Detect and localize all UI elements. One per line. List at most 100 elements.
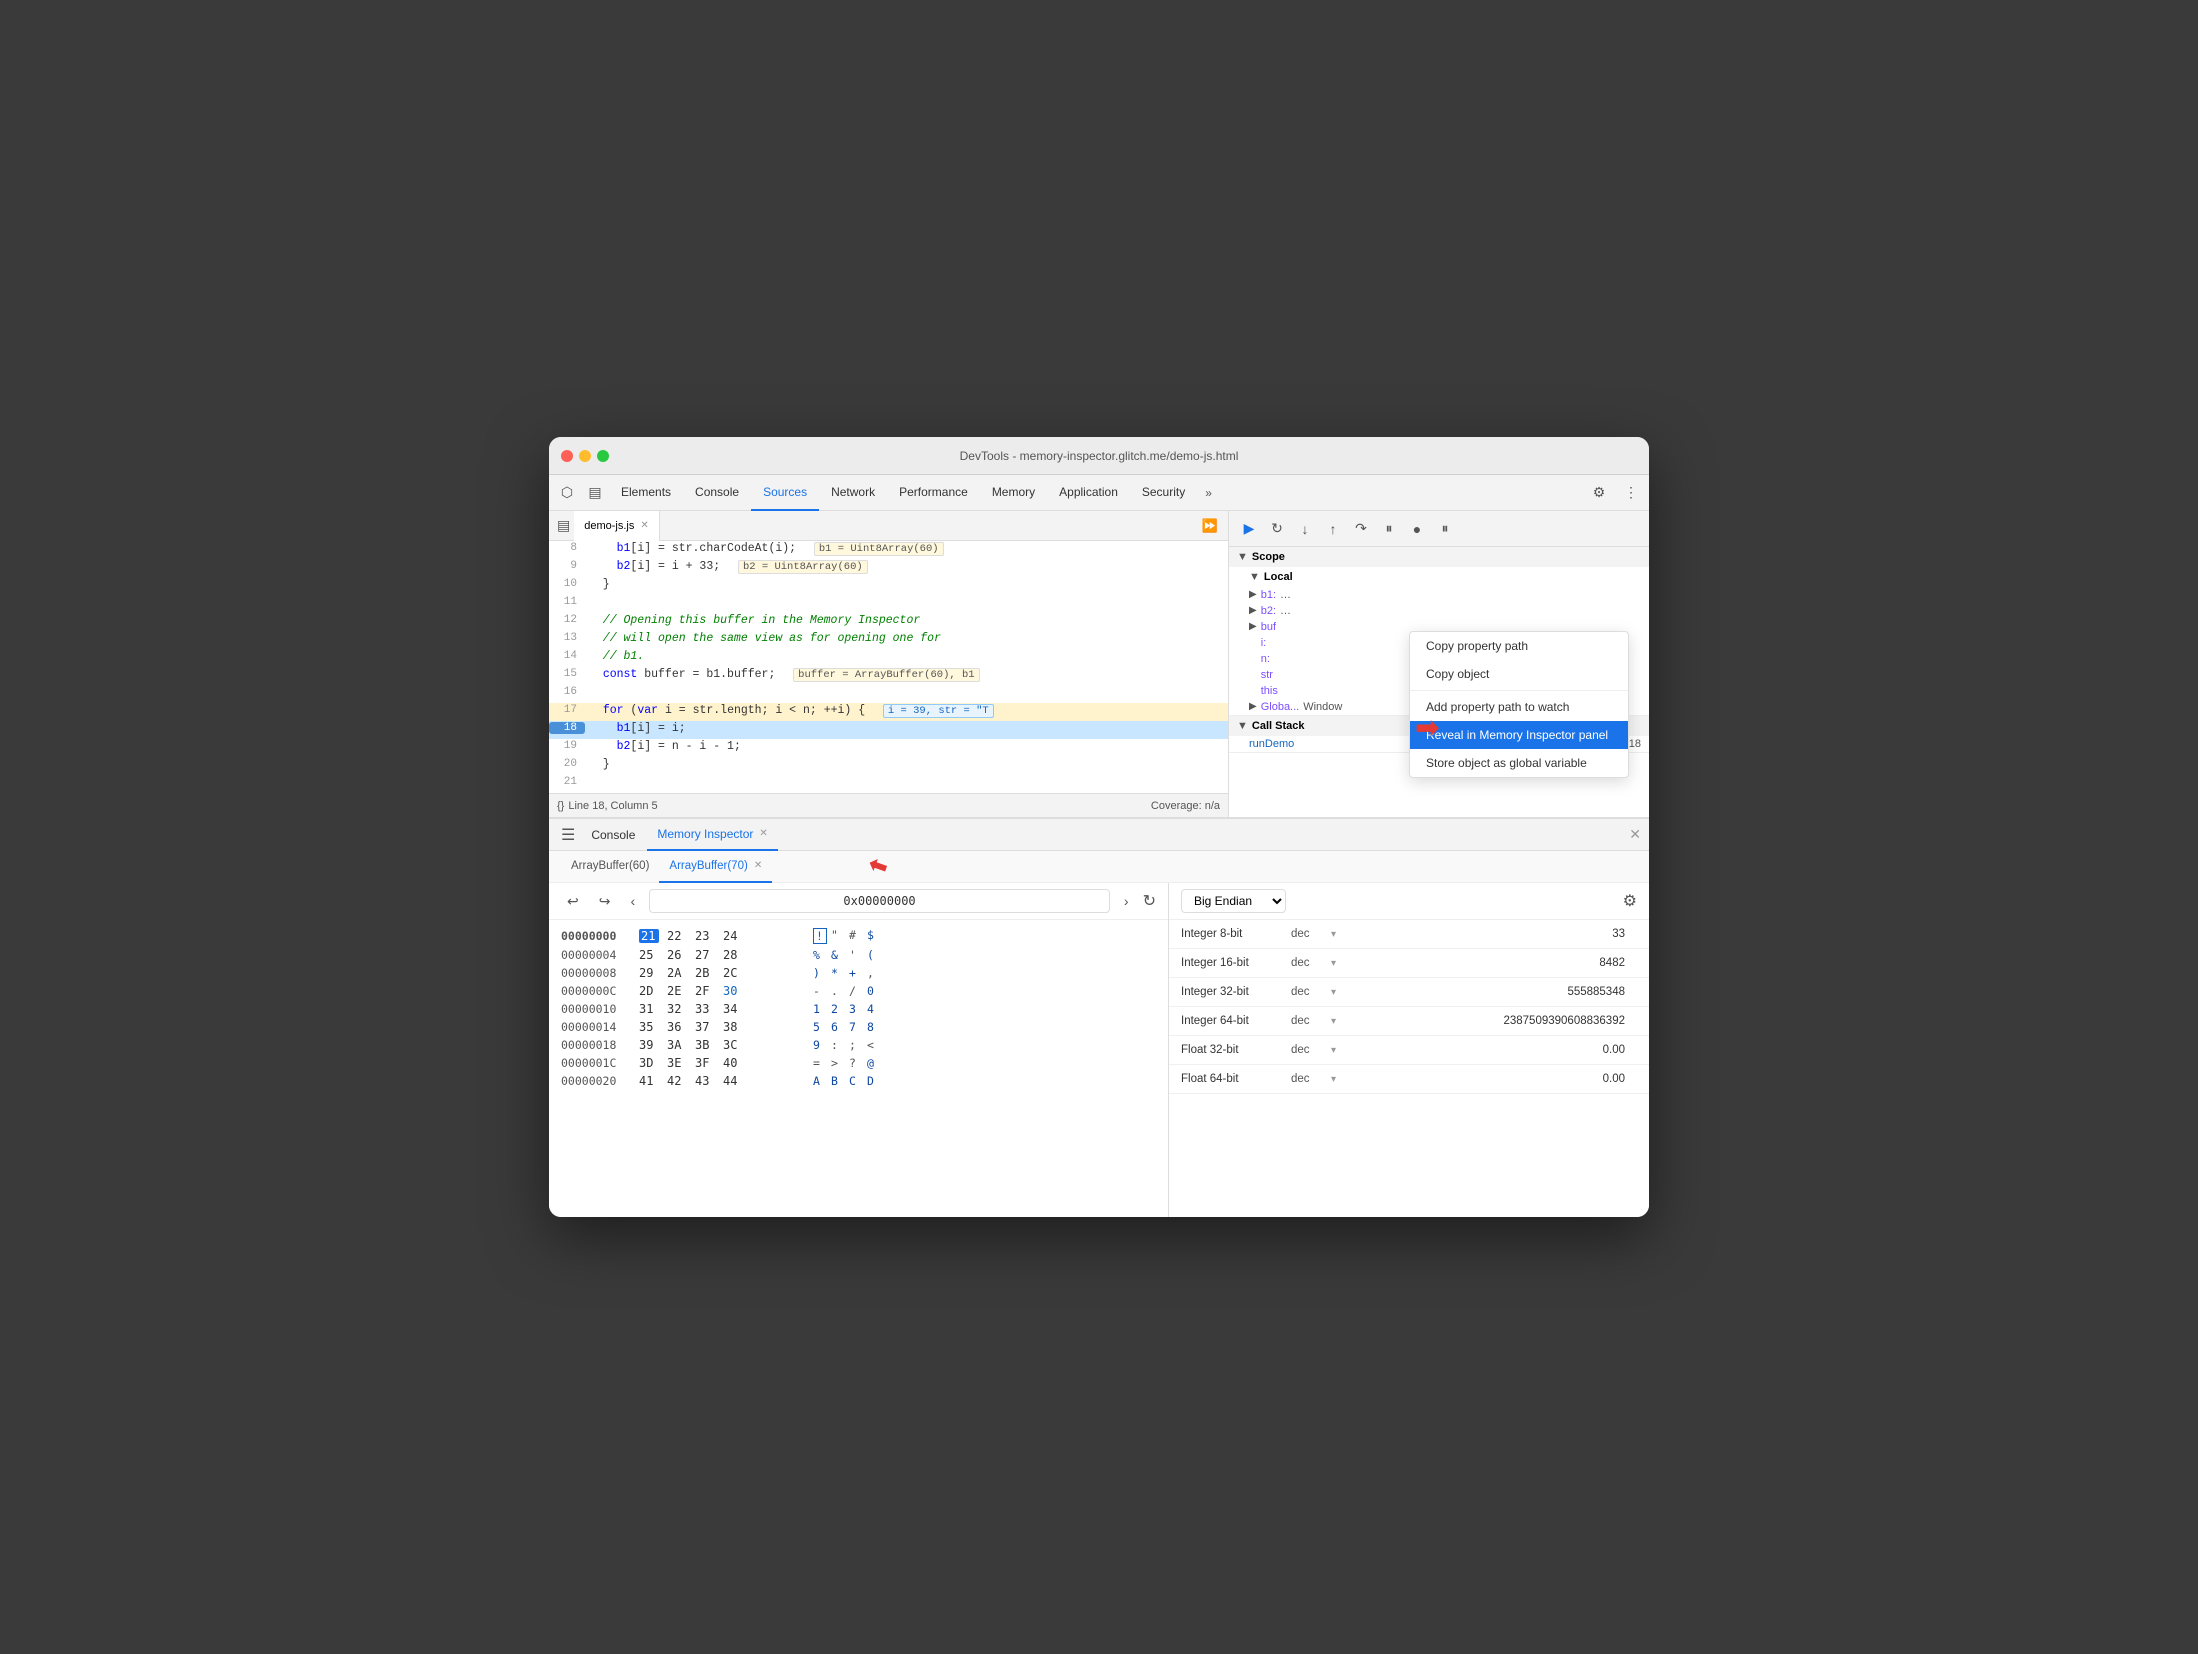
hex-row-20: 00000020 41 42 43 44 A B — [561, 1074, 1156, 1088]
di-row-int64: Integer 64-bit dec ▾ 2387509390608836392 — [1169, 1007, 1649, 1036]
scope-b1[interactable]: ▶ b1: … — [1229, 587, 1649, 603]
di-row-float32: Float 32-bit dec ▾ 0.00 — [1169, 1036, 1649, 1065]
code-editor-panel: ▤ demo-js.js ✕ ⏩ 8 — [549, 511, 1229, 817]
bracket-icon: {} — [557, 800, 564, 812]
hex-byte-24[interactable]: 24 — [723, 929, 743, 943]
maximize-button[interactable] — [597, 450, 609, 462]
di-row-float64: Float 64-bit dec ▾ 0.00 — [1169, 1065, 1649, 1094]
step-button[interactable]: ↷ — [1349, 517, 1373, 541]
devtools-panel: ⬡ ▤ Elements Console Sources Network Per… — [549, 475, 1649, 1217]
editor-file-tab[interactable]: demo-js.js ✕ — [574, 511, 660, 541]
scope-b2[interactable]: ▶ b2: … — [1229, 603, 1649, 619]
scope-arrow: ▼ — [1237, 551, 1248, 563]
scope-label: Scope — [1252, 551, 1285, 563]
code-line-20: 20 } — [549, 757, 1228, 775]
reveal-memory-item[interactable]: Reveal in Memory Inspector panel — [1410, 721, 1628, 749]
refresh-icon[interactable]: ↻ — [1143, 891, 1156, 911]
resume-button[interactable]: ▶ — [1237, 517, 1261, 541]
local-header[interactable]: ▼ Local — [1229, 567, 1649, 587]
buffer-tab-60[interactable]: ArrayBuffer(60) — [561, 851, 659, 883]
hex-row-14: 00000014 35 36 37 38 5 6 — [561, 1020, 1156, 1034]
debugger-panel: ▶ ↻ ↓ ↑ ↷ ⏸ ● ⏸ ▼ Scop — [1229, 511, 1649, 817]
hex-char-quot: " — [831, 928, 845, 944]
line-col-info: Line 18, Column 5 — [568, 800, 657, 812]
nav-prev-button[interactable]: ‹ — [624, 891, 641, 911]
more-options-icon[interactable]: ⋮ — [1617, 479, 1645, 507]
editor-format-icon[interactable]: ⏩ — [1202, 518, 1218, 533]
hex-byte-21[interactable]: 21 — [639, 929, 659, 943]
endian-select[interactable]: Big Endian Little Endian — [1181, 889, 1286, 913]
buffer-tab-70[interactable]: ArrayBuffer(70) ✕ — [659, 851, 772, 883]
hex-row-18: 00000018 39 3A 3B 3C 9 : — [561, 1038, 1156, 1052]
editor-sidebar-icon[interactable]: ▤ — [553, 517, 574, 534]
tab-sources[interactable]: Sources — [751, 475, 819, 511]
tab-application[interactable]: Application — [1047, 475, 1130, 511]
hex-byte-22[interactable]: 22 — [667, 929, 687, 943]
data-inspector: Big Endian Little Endian ⚙ Integer 8-bit… — [1169, 883, 1649, 1217]
tab-network[interactable]: Network — [819, 475, 887, 511]
scope-header[interactable]: ▼ Scope — [1229, 547, 1649, 567]
local-label: Local — [1264, 571, 1293, 583]
data-inspector-header: Big Endian Little Endian ⚙ — [1169, 883, 1649, 920]
memory-inspector-tab-close[interactable]: ✕ — [759, 828, 767, 839]
coverage-info: Coverage: n/a — [1151, 800, 1220, 812]
bottom-tab-memory-inspector[interactable]: Memory Inspector ✕ — [647, 819, 777, 851]
settings-icon[interactable]: ⚙ — [1585, 479, 1613, 507]
close-button[interactable] — [561, 450, 573, 462]
deactivate-button[interactable]: ⏸ — [1377, 517, 1401, 541]
code-line-19: 19 b2[i] = n - i - 1; — [549, 739, 1228, 757]
bottom-tab-menu-icon[interactable]: ☰ — [557, 825, 579, 845]
code-line-9: 9 b2[i] = i + 33; b2 = Uint8Array(60) — [549, 559, 1228, 577]
hex-byte-23[interactable]: 23 — [695, 929, 715, 943]
dock-icon[interactable]: ▤ — [581, 479, 609, 507]
buffer-tabs-area: ArrayBuffer(60) ArrayBuffer(70) ✕ ➡ — [549, 851, 1649, 883]
nav-next-button[interactable]: › — [1118, 891, 1135, 911]
store-global-item[interactable]: Store object as global variable — [1410, 749, 1628, 777]
tab-elements[interactable]: Elements — [609, 475, 683, 511]
bottom-panel-close[interactable]: ✕ — [1629, 826, 1641, 843]
hex-char-hash: # — [849, 928, 863, 944]
status-left: {} Line 18, Column 5 — [557, 800, 658, 812]
hex-row-4: 00000004 25 26 27 28 % & — [561, 948, 1156, 962]
bottom-tab-console[interactable]: Console — [581, 819, 645, 851]
hex-row-c: 0000000C 2D 2E 2F 30 - . — [561, 984, 1156, 998]
tab-memory[interactable]: Memory — [980, 475, 1047, 511]
hex-row-0: 00000000 21 22 23 24 ! " — [561, 928, 1156, 944]
step-into-button[interactable]: ↓ — [1293, 517, 1317, 541]
copy-property-path-item[interactable]: Copy property path — [1410, 632, 1628, 660]
cursor-icon[interactable]: ⬡ — [553, 479, 581, 507]
nav-forward-button[interactable]: ↪ — [593, 891, 617, 912]
step-out-button[interactable]: ↑ — [1321, 517, 1345, 541]
data-inspector-settings-icon[interactable]: ⚙ — [1623, 891, 1637, 911]
address-input[interactable] — [649, 889, 1110, 913]
debugger-toolbar: ▶ ↻ ↓ ↑ ↷ ⏸ ● ⏸ — [1229, 511, 1649, 547]
tab-performance[interactable]: Performance — [887, 475, 980, 511]
minimize-button[interactable] — [579, 450, 591, 462]
callstack-label: Call Stack — [1252, 720, 1305, 732]
code-line-13: 13 // will open the same view as for ope… — [549, 631, 1228, 649]
memory-nav: ↩ ↪ ‹ › ↻ — [549, 883, 1168, 920]
tab-security[interactable]: Security — [1130, 475, 1197, 511]
copy-object-item[interactable]: Copy object — [1410, 660, 1628, 688]
buffer-tab-70-close[interactable]: ✕ — [754, 860, 762, 871]
hex-view: ↩ ↪ ‹ › ↻ 00000000 — [549, 883, 1169, 1217]
hex-char-excl: ! — [813, 928, 827, 944]
add-watch-item[interactable]: Add property path to watch — [1410, 693, 1628, 721]
code-line-11: 11 — [549, 595, 1228, 613]
editor-toolbar-right: ⏩ — [1202, 518, 1224, 534]
main-content: ▤ demo-js.js ✕ ⏩ 8 — [549, 511, 1649, 817]
memory-inspector-content: ↩ ↪ ‹ › ↻ 00000000 — [549, 883, 1649, 1217]
more-tabs-button[interactable]: » — [1197, 486, 1220, 500]
titlebar: DevTools - memory-inspector.glitch.me/de… — [549, 437, 1649, 475]
tab-console[interactable]: Console — [683, 475, 751, 511]
buffer-tabs: ArrayBuffer(60) ArrayBuffer(70) ✕ — [549, 851, 1649, 883]
step-over-button[interactable]: ↻ — [1265, 517, 1289, 541]
pause-exceptions-icon[interactable]: ⏸ — [1433, 517, 1457, 541]
bottom-tabbar: ☰ Console Memory Inspector ✕ ✕ — [549, 819, 1649, 851]
file-tab-close[interactable]: ✕ — [640, 520, 648, 531]
window-title: DevTools - memory-inspector.glitch.me/de… — [960, 449, 1239, 463]
breakpoints-icon[interactable]: ● — [1405, 517, 1429, 541]
nav-back-button[interactable]: ↩ — [561, 891, 585, 912]
code-line-17: 17 for (var i = str.length; i < n; ++i) … — [549, 703, 1228, 721]
devtools-window: DevTools - memory-inspector.glitch.me/de… — [549, 437, 1649, 1217]
